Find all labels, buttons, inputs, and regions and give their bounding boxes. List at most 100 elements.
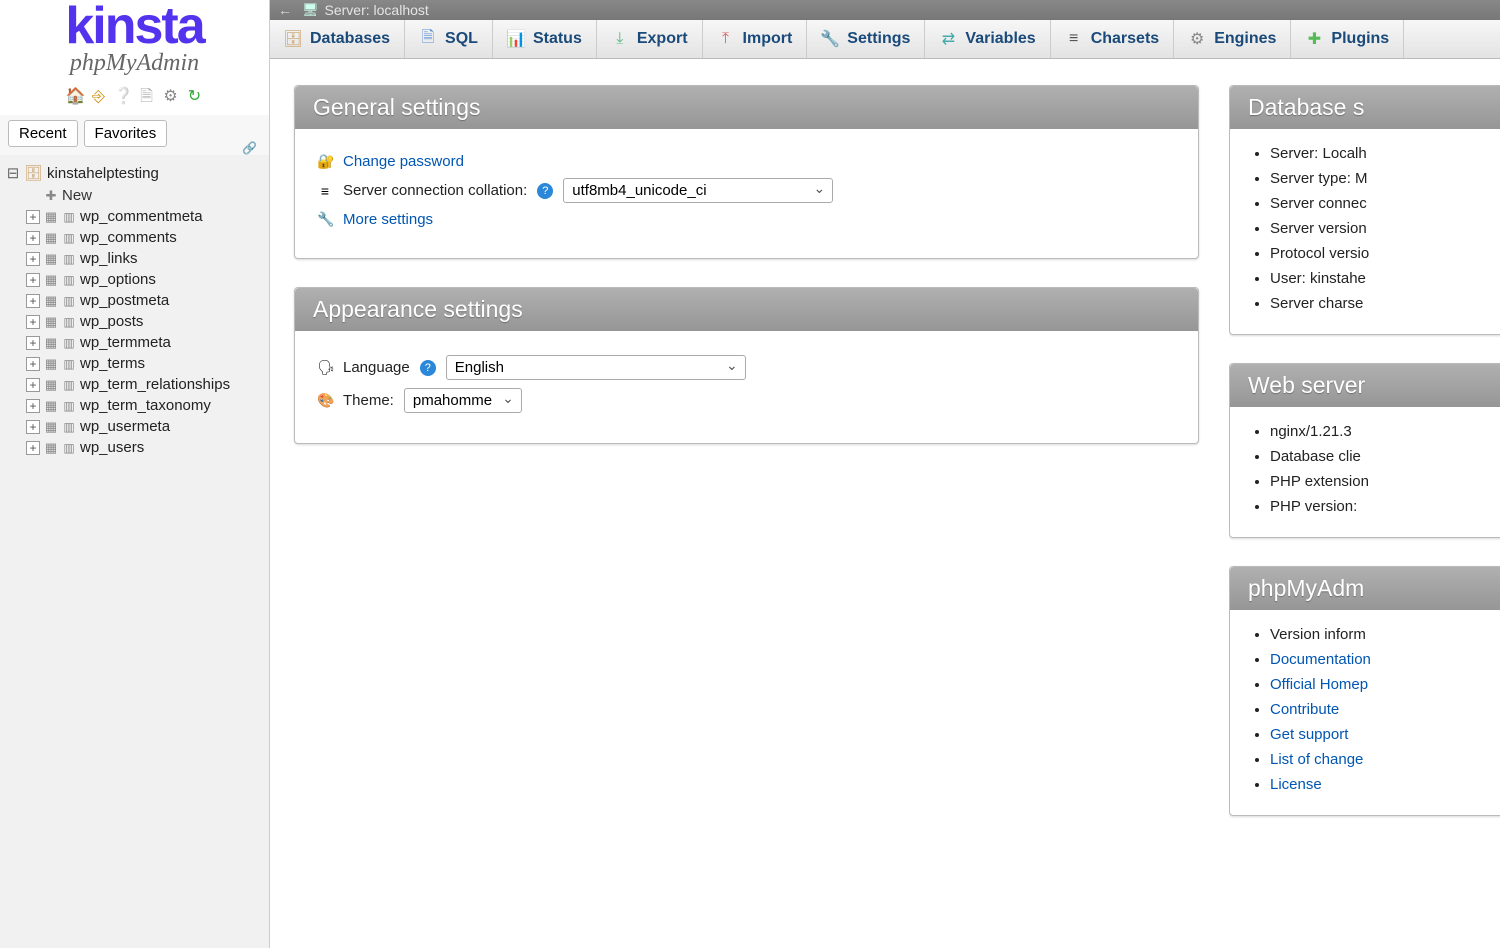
table-row[interactable]: +▦▥wp_term_relationships — [26, 374, 265, 395]
table-link[interactable]: wp_termmeta — [80, 334, 171, 351]
info-link[interactable]: License — [1270, 776, 1322, 793]
nav-databases[interactable]: 🗄Databases — [270, 20, 405, 58]
table-link[interactable]: wp_term_taxonomy — [80, 397, 211, 414]
expand-icon[interactable]: + — [26, 294, 40, 308]
info-link[interactable]: Official Homep — [1270, 676, 1368, 693]
breadcrumb-server[interactable]: Server: localhost — [325, 2, 429, 18]
expand-icon[interactable]: + — [26, 252, 40, 266]
expand-icon[interactable]: + — [26, 210, 40, 224]
new-table[interactable]: ✚ New — [26, 185, 265, 206]
expand-icon[interactable]: + — [26, 273, 40, 287]
theme-select[interactable]: pmahomme — [404, 388, 522, 413]
expand-icon[interactable]: + — [26, 315, 40, 329]
collation-select[interactable]: utf8mb4_unicode_ci — [563, 178, 833, 203]
table-link[interactable]: wp_term_relationships — [80, 376, 230, 393]
columns-icon[interactable]: ▥ — [62, 210, 76, 224]
sidebar-toolbar: 🏠 ⎆ ❔ 🗎 ⚙ ↻ — [10, 85, 259, 115]
columns-icon[interactable]: ▥ — [62, 378, 76, 392]
help-icon[interactable]: ? — [537, 183, 553, 199]
table-row[interactable]: +▦▥wp_comments — [26, 227, 265, 248]
info-item[interactable]: Contribute — [1270, 697, 1500, 722]
nav-variables[interactable]: ⇄Variables — [925, 20, 1050, 58]
table-icon: ▦ — [44, 335, 58, 351]
content: General settings 🔐 Change password ≡ Ser… — [270, 59, 1500, 948]
expand-icon[interactable]: + — [26, 378, 40, 392]
info-link[interactable]: Documentation — [1270, 651, 1371, 668]
nav-export[interactable]: ⤓Export — [597, 20, 703, 58]
nav-settings[interactable]: 🔧Settings — [807, 20, 925, 58]
table-row[interactable]: + ▦ ▥ wp_termmeta — [26, 332, 265, 353]
reload-icon[interactable]: ↻ — [186, 89, 204, 107]
info-item[interactable]: List of change — [1270, 747, 1500, 772]
table-row[interactable]: +▦▥wp_options — [26, 269, 265, 290]
columns-icon[interactable]: ▥ — [62, 441, 76, 455]
columns-icon[interactable]: ▥ — [62, 336, 76, 350]
columns-icon[interactable]: ▥ — [62, 273, 76, 287]
table-link[interactable]: wp_links — [80, 250, 138, 267]
expand-icon[interactable]: + — [26, 420, 40, 434]
nav-import[interactable]: ⤒Import — [703, 20, 808, 58]
expand-icon[interactable]: + — [26, 399, 40, 413]
table-row[interactable]: +▦▥wp_usermeta — [26, 416, 265, 437]
expand-icon[interactable]: + — [26, 336, 40, 350]
help-icon[interactable]: ? — [420, 360, 436, 376]
panel-title: phpMyAdm — [1230, 567, 1500, 610]
table-row[interactable]: +▦▥wp_terms — [26, 353, 265, 374]
info-link[interactable]: Contribute — [1270, 701, 1339, 718]
change-password-link[interactable]: Change password — [343, 153, 464, 170]
language-select[interactable]: English — [446, 355, 746, 380]
columns-icon[interactable]: ▥ — [62, 315, 76, 329]
info-item[interactable]: Get support — [1270, 722, 1500, 747]
info-link[interactable]: List of change — [1270, 751, 1363, 768]
expand-icon[interactable]: + — [26, 357, 40, 371]
info-link[interactable]: Get support — [1270, 726, 1348, 743]
info-item: Server charse — [1270, 291, 1500, 316]
info-item[interactable]: Documentation — [1270, 647, 1500, 672]
table-link[interactable]: wp_postmeta — [80, 292, 169, 309]
columns-icon[interactable]: ▥ — [62, 420, 76, 434]
logout-icon[interactable]: ⎆ — [90, 89, 108, 107]
link-icon[interactable]: 🔗 — [242, 141, 257, 155]
table-icon: ▦ — [44, 251, 58, 267]
table-row[interactable]: +▦▥wp_posts — [26, 311, 265, 332]
settings-icon[interactable]: ⚙ — [162, 89, 180, 107]
table-link[interactable]: wp_terms — [80, 355, 145, 372]
db-root[interactable]: ⊟ 🗄 kinstahelptesting — [4, 161, 265, 185]
favorites-tab[interactable]: Favorites — [84, 120, 168, 147]
table-row[interactable]: +▦▥wp_postmeta — [26, 290, 265, 311]
back-arrow-icon[interactable]: ← — [274, 2, 296, 18]
columns-icon[interactable]: ▥ — [62, 231, 76, 245]
table-link[interactable]: wp_users — [80, 439, 144, 456]
db-name[interactable]: kinstahelptesting — [47, 165, 159, 182]
table-row[interactable]: +▦▥wp_commentmeta — [26, 206, 265, 227]
home-icon[interactable]: 🏠 — [66, 89, 84, 107]
table-row[interactable]: + ▦ ▥ wp_links — [26, 248, 265, 269]
info-item[interactable]: Official Homep — [1270, 672, 1500, 697]
columns-icon[interactable]: ▥ — [62, 294, 76, 308]
table-link[interactable]: wp_options — [80, 271, 156, 288]
columns-icon[interactable]: ▥ — [62, 357, 76, 371]
table-row[interactable]: +▦▥wp_term_taxonomy — [26, 395, 265, 416]
nav-plugins[interactable]: ✚Plugins — [1291, 20, 1404, 58]
collapse-icon[interactable]: ⊟ — [6, 164, 20, 182]
nav-sql[interactable]: 🗎SQL — [405, 20, 493, 58]
info-item[interactable]: License — [1270, 772, 1500, 797]
columns-icon[interactable]: ▥ — [62, 252, 76, 266]
table-link[interactable]: wp_usermeta — [80, 418, 170, 435]
table-link[interactable]: wp_comments — [80, 229, 177, 246]
table-row[interactable]: +▦▥wp_users — [26, 437, 265, 458]
sql-icon[interactable]: 🗎 — [138, 89, 156, 107]
database-server-list: Server: LocalhServer type: MServer conne… — [1230, 129, 1500, 334]
nav-charsets[interactable]: ≡Charsets — [1051, 20, 1174, 58]
nav-engines[interactable]: ⚙Engines — [1174, 20, 1291, 58]
columns-icon[interactable]: ▥ — [62, 399, 76, 413]
new-table-link[interactable]: New — [62, 187, 92, 204]
table-link[interactable]: wp_commentmeta — [80, 208, 203, 225]
more-settings-link[interactable]: More settings — [343, 211, 433, 228]
docs-icon[interactable]: ❔ — [114, 89, 132, 107]
table-link[interactable]: wp_posts — [80, 313, 143, 330]
recent-tab[interactable]: Recent — [8, 120, 78, 147]
expand-icon[interactable]: + — [26, 441, 40, 455]
expand-icon[interactable]: + — [26, 231, 40, 245]
nav-status[interactable]: 📊Status — [493, 20, 597, 58]
